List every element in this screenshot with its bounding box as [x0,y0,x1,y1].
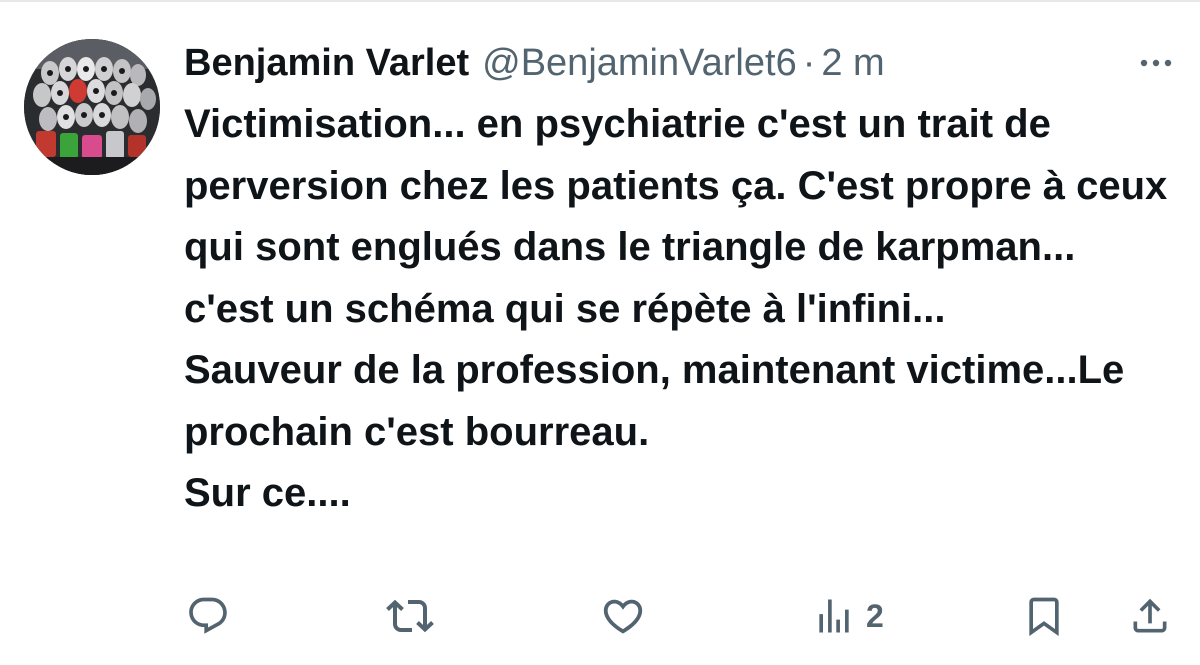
retweet-button[interactable] [386,586,434,646]
views-icon [819,599,849,633]
share-icon [1133,598,1167,633]
retweet-icon [386,599,434,633]
views-count: 2 [866,597,884,634]
bookmark-icon [1029,597,1059,637]
reply-icon [189,597,227,634]
avatar[interactable] [24,39,160,175]
separator-dot: · [802,41,816,84]
reply-button[interactable] [186,586,230,646]
more-options-button[interactable] [1138,48,1174,78]
author-name[interactable]: Benjamin Varlet [184,42,469,85]
tweet-header: Benjamin Varlet @BenjaminVarlet6 · 2 m [184,38,885,88]
like-icon [603,599,643,634]
action-bar: 2 [0,586,1200,646]
more-icon [1140,59,1172,67]
views-button[interactable]: 2 [812,586,884,646]
author-handle[interactable]: @BenjaminVarlet6 [482,42,797,85]
tweet-text: Victimisation... en psychiatrie c'est un… [184,102,1168,515]
avatar-image [24,39,160,175]
bookmark-button[interactable] [1022,586,1066,646]
tweet[interactable]: Benjamin Varlet @BenjaminVarlet6 · 2 m V… [0,0,1200,665]
timestamp[interactable]: 2 m [821,42,884,85]
like-button[interactable] [600,586,646,646]
share-button[interactable] [1128,586,1172,646]
